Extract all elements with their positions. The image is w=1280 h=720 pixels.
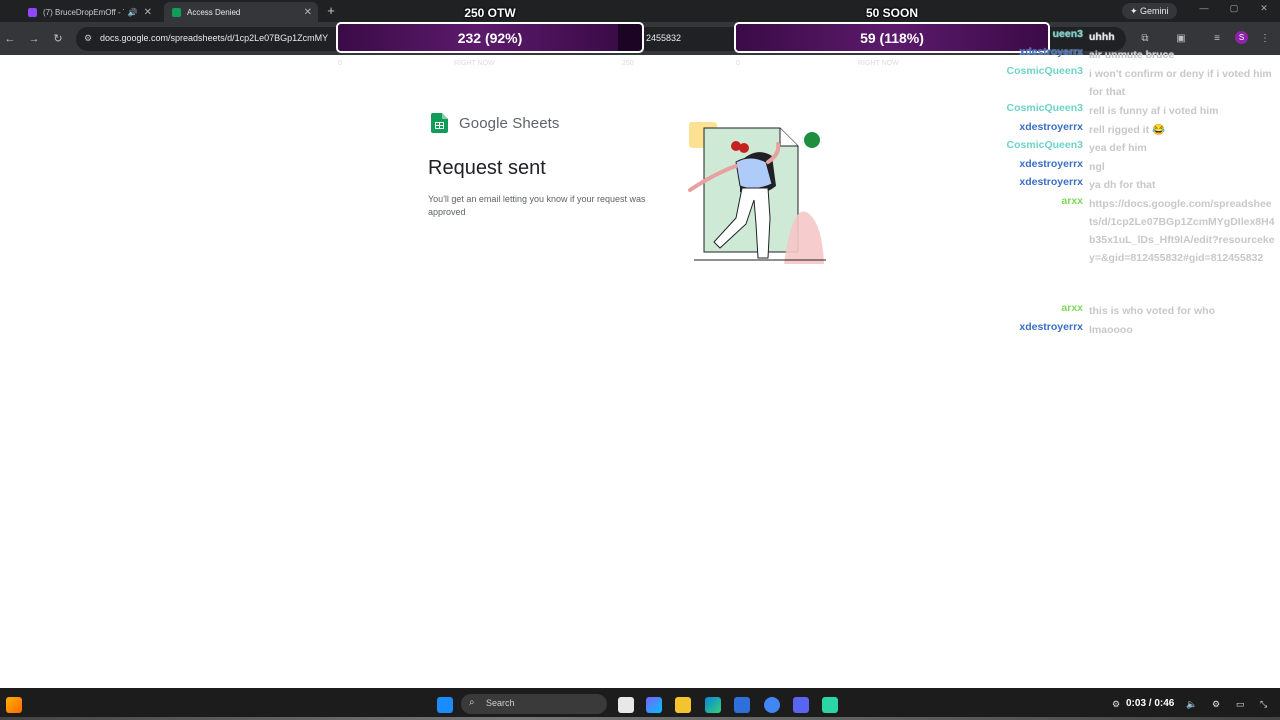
windows-start-icon[interactable] [437,697,453,713]
tray-icon[interactable]: ⚙ [1112,699,1120,710]
chat-username: xdestroyerrx [1019,121,1083,133]
back-button[interactable]: ← [2,31,18,47]
chat-text: this is who voted for who [1089,305,1215,317]
chat-text: yea def him [1089,142,1147,154]
chat-username: xdestroyerrx [1019,46,1083,58]
goal-max-label: 250 [622,60,634,67]
chat-text: rell is funny af i voted him [1089,105,1219,117]
fullscreen-icon[interactable]: ⤡ [1260,699,1267,710]
goal-label: 50 SOON [865,6,919,20]
chat-text: ngl [1089,161,1105,173]
google-sheets-logo-icon [431,113,448,133]
minimize-button[interactable]: — [1194,3,1214,13]
video-time: 0:03 / 0:46 [1126,698,1175,709]
search-label: Search [486,698,515,708]
page-message: You'll get an email letting you know if … [428,194,646,217]
close-window-button[interactable]: ✕ [1254,3,1274,14]
speaker-icon[interactable]: 🔈 [1186,699,1197,710]
tab-access-denied[interactable]: Access Denied ✕ [164,2,318,22]
request-sent-illustration [688,122,826,264]
discord-icon[interactable] [793,697,809,713]
theater-mode-icon[interactable]: ▭ [1236,699,1245,710]
chat-text: ya dh for that [1089,179,1156,191]
chat-text: lmaoooo [1089,324,1133,336]
chat-text: https://docs.google.com/spreadsheets/d/1… [1089,198,1275,264]
screen: (7) BruceDropEmOff - Twitc 🔊 ✕ Access De… [0,0,1280,720]
url-text-tail: 2455832 [646,33,682,43]
url-text: docs.google.com/spreadsheets/d/1cp2Le07B… [100,33,329,43]
chat-username: xdestroyerrx [1019,158,1083,170]
gemini-label: Gemini [1140,6,1169,16]
chat-username: CosmicQueen3 [1006,139,1083,151]
goal-label: 250 OTW [464,6,516,20]
chat-text: rell rigged it 😂 [1089,124,1166,136]
chat-text: i won't confirm or deny if i voted him f… [1089,68,1272,98]
search-icon: ⌕ [469,697,475,708]
chat-text: uhhh [1089,31,1115,43]
file-explorer-icon[interactable] [675,697,691,713]
windows-taskbar: ⌕ Search ⚙ 0:03 / 0:46 🔈 ⚙ ▭ ⤡ [0,688,1280,720]
goal-mid-label: RIGHT NOW [454,60,495,67]
brand-name: Google Sheets [459,115,560,132]
goal-widget-otw: 250 OTW 232 (92%) 0 RIGHT NOW 250 [336,6,644,72]
chat-username: CosmicQueen3 [1006,65,1083,77]
tab-close-icon[interactable]: ✕ [304,7,312,18]
reload-button[interactable]: ↻ [50,31,66,47]
chat-username: xdestroyerrx [1019,321,1083,333]
chat-username: arxx [1061,195,1083,207]
goal-mid-label: RIGHT NOW [858,60,899,67]
stream-chat-overlay: ueen3 uhhh xdestroyerrx air unmute bruce… [960,28,1280,358]
chrome-icon[interactable] [764,697,780,713]
tab-audio-icon[interactable]: 🔊 [128,8,138,17]
tab-close-icon[interactable]: ✕ [144,7,152,18]
twitch-favicon-icon [28,7,37,17]
app-icon[interactable] [822,697,838,713]
gemini-button[interactable]: ✦ Gemini [1122,3,1177,19]
chat-username: xdestroyerrx [1019,176,1083,188]
site-settings-icon[interactable]: ⚙ [84,33,96,45]
task-view-icon[interactable] [618,697,634,713]
back-arrow-icon: ← [4,33,16,45]
goal-min-label: 0 [338,60,342,67]
goal-value: 232 (92%) [457,30,523,46]
goal-bar: 232 (92%) [336,22,644,53]
maximize-button[interactable]: ▢ [1224,3,1244,14]
edge-icon[interactable] [705,697,721,713]
chat-username: arxx [1061,302,1083,314]
tab-twitch[interactable]: (7) BruceDropEmOff - Twitc 🔊 ✕ [20,2,158,22]
sheets-favicon-icon [172,7,181,17]
chat-username: CosmicQueen3 [1006,102,1083,114]
reload-icon: ↻ [53,33,63,45]
page-title: Request sent [428,157,546,179]
goal-min-label: 0 [736,60,740,67]
widgets-icon[interactable] [6,697,22,713]
settings-icon[interactable]: ⚙ [1212,699,1220,710]
taskbar-search[interactable]: ⌕ Search [461,694,607,714]
tab-title: Access Denied [187,7,241,17]
forward-button[interactable]: → [26,31,42,47]
copilot-icon[interactable] [646,697,662,713]
chat-text: air unmute bruce [1089,49,1175,61]
chat-username: ueen3 [1052,28,1083,40]
forward-arrow-icon: → [28,33,40,45]
store-icon[interactable] [734,697,750,713]
tab-title: (7) BruceDropEmOff - Twitc [43,7,124,17]
